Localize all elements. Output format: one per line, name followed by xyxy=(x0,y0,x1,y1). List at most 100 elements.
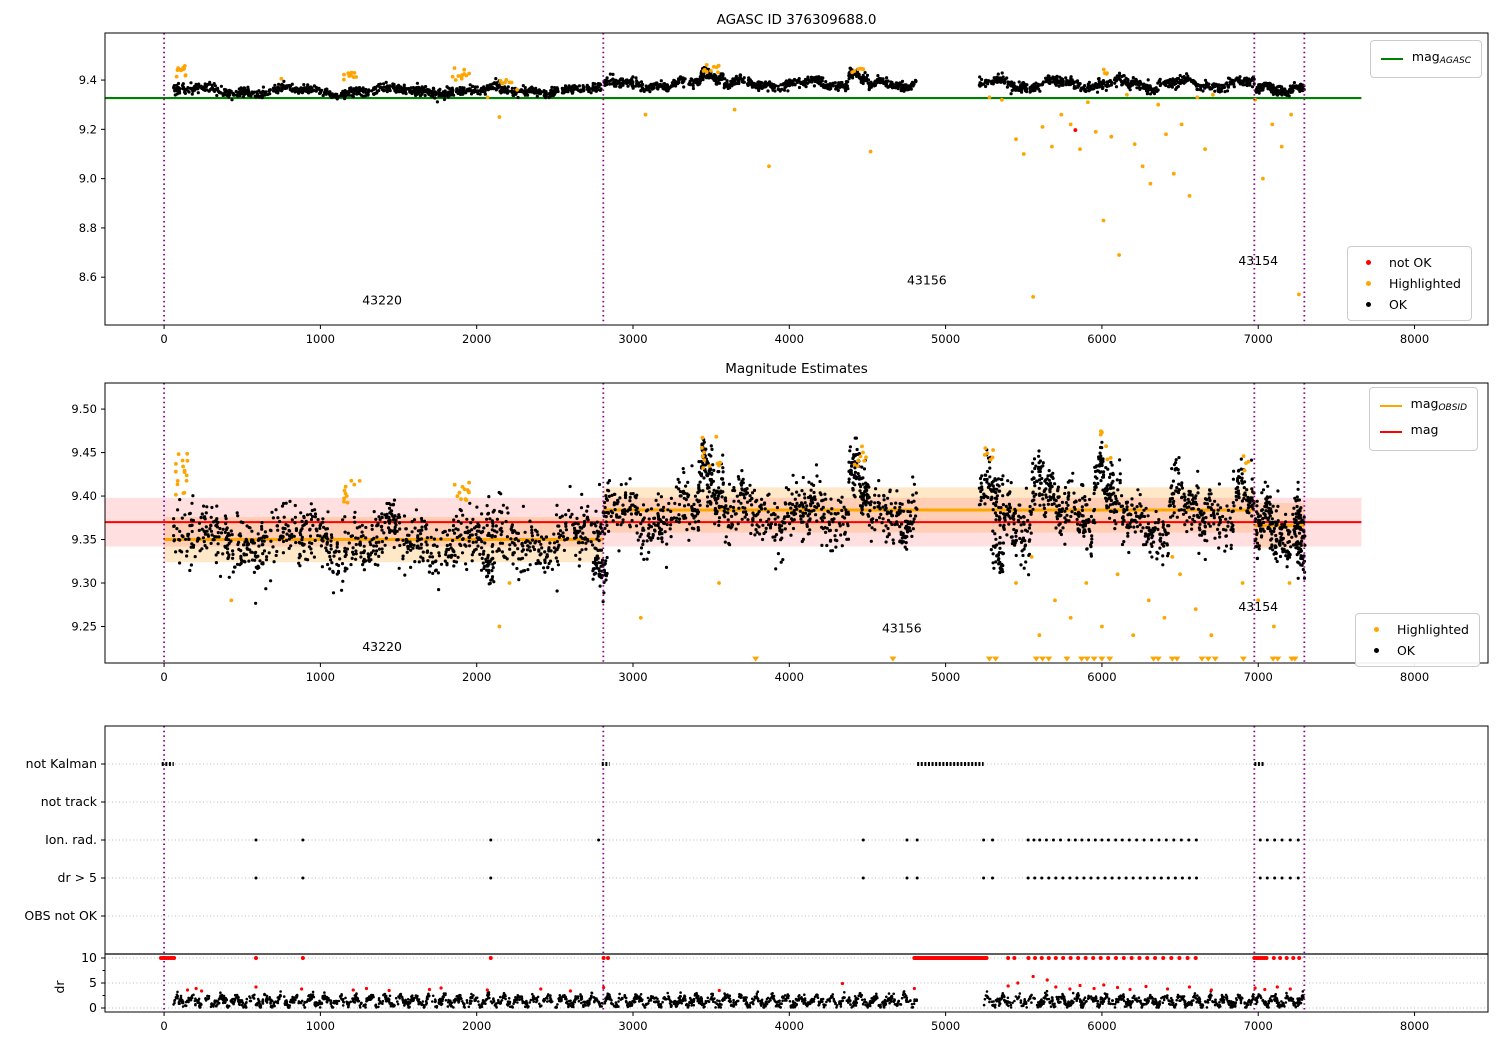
x-axis-ticks: 0 1000 2000 3000 4000 5000 6000 7000 8000 xyxy=(160,1012,1429,1033)
mag-line-swatch xyxy=(1379,431,1402,433)
x-tick-label: 3000 xyxy=(618,670,647,684)
y-tick-label: 9.25 xyxy=(71,619,97,633)
legend-item-mag-obsid: magOBSID xyxy=(1379,393,1467,419)
obsid-annotation: 43220 xyxy=(362,639,402,654)
x-axis-ticks: 0 1000 2000 3000 4000 5000 6000 7000 8000 xyxy=(160,325,1429,346)
dr-trace-layer xyxy=(172,989,1305,1009)
obsid-annotation: 43154 xyxy=(1238,599,1278,614)
legend-top-markers: not OK Highlighted OK xyxy=(1346,246,1472,321)
axes-frame xyxy=(104,725,1489,1013)
mag-obsid-line-swatch xyxy=(1379,405,1402,407)
y-tick-label: 9.50 xyxy=(71,402,97,416)
flag-gridlines xyxy=(105,763,1488,1009)
category-label: not track xyxy=(41,794,98,809)
y-tick-label: 9.4 xyxy=(79,73,97,87)
legend-label-not-ok: not OK xyxy=(1388,255,1432,270)
x-tick-label: 4000 xyxy=(775,670,804,684)
x-axis-ticks: 0 1000 2000 3000 4000 5000 6000 7000 8000 xyxy=(160,663,1429,684)
top-plot: 43220 43156 43154 0 1000 2000 3000 4000 5000 6000… xyxy=(79,32,1489,346)
dr-tick-label: 0 xyxy=(89,1000,97,1015)
legend-label-mag-obsid: magOBSID xyxy=(1410,396,1467,413)
middle-plot-title: Magnitude Estimates xyxy=(725,361,868,377)
x-tick-label: 7000 xyxy=(1244,1019,1273,1033)
x-tick-label: 3000 xyxy=(618,332,647,346)
x-tick-label: 8000 xyxy=(1400,670,1429,684)
plots-canvas: 4322043156431540 1000 2000 3000 4000 5000 6000… xyxy=(24,32,1489,1033)
x-tick-label: 1000 xyxy=(306,332,335,346)
x-tick-label: 4000 xyxy=(775,1019,804,1033)
legend-item-highlighted: Highlighted xyxy=(1358,273,1461,294)
mag-agasc-line-swatch xyxy=(1380,58,1403,60)
legend-mid-lines: magOBSID mag xyxy=(1368,387,1478,451)
x-tick-label: 3000 xyxy=(618,1019,647,1033)
x-tick-label: 7000 xyxy=(1244,670,1273,684)
axes-frame xyxy=(104,32,1489,326)
figure: 43220 43156 43154 0 1000 2000 3000 4000 5000 6000… xyxy=(0,0,1500,1050)
category-label: OBS not OK xyxy=(24,908,97,923)
x-tick-label: 6000 xyxy=(1087,332,1116,346)
clipped-low-triangles xyxy=(752,656,1299,662)
legend-item-not-ok: not OK xyxy=(1358,252,1461,273)
legend-label-ok-2: OK xyxy=(1396,643,1415,658)
x-tick-label: 0 xyxy=(160,1019,167,1033)
dr-tick-label: 10 xyxy=(81,950,97,965)
x-tick-label: 8000 xyxy=(1400,1019,1429,1033)
ok-dot-swatch-2 xyxy=(1373,648,1379,653)
x-tick-label: 0 xyxy=(160,670,167,684)
legend-mid-markers: Highlighted OK xyxy=(1354,613,1480,667)
x-tick-label: 8000 xyxy=(1400,332,1429,346)
x-tick-label: 5000 xyxy=(931,670,960,684)
x-tick-label: 2000 xyxy=(462,1019,491,1033)
dr-axis-label: dr xyxy=(52,980,67,994)
x-tick-label: 6000 xyxy=(1087,670,1116,684)
legend-label-highlighted-2: Highlighted xyxy=(1396,622,1469,637)
y-axis-ticks: 9.25 9.30 9.35 9.40 9.45 9.50 xyxy=(71,402,105,633)
y-tick-label: 9.45 xyxy=(71,446,97,460)
legend-item-mag: mag xyxy=(1379,419,1467,445)
category-label: not Kalman xyxy=(26,756,97,771)
legend-label-mag-agasc: magAGASC xyxy=(1411,49,1471,66)
obsid-annotation: 43220 xyxy=(362,292,402,307)
top-plot-title: AGASC ID 376309688.0 xyxy=(716,12,877,28)
y-tick-label: 9.2 xyxy=(79,122,97,136)
highlighted-dot-swatch-2 xyxy=(1373,627,1379,632)
x-tick-label: 7000 xyxy=(1244,332,1273,346)
y-axis-ticks: 8.6 8.8 9.0 9.2 9.4 xyxy=(79,73,105,284)
obsid-annotation: 43156 xyxy=(907,273,947,288)
dr-clipped-red-layer xyxy=(158,956,1302,960)
category-label: dr > 5 xyxy=(58,870,97,885)
obsid-annotation: 43156 xyxy=(882,621,922,636)
category-label: Ion. rad. xyxy=(45,832,97,847)
flag-category-labels: not Kalman not track Ion. rad. dr > 5 OBS no… xyxy=(24,756,105,1015)
highlighted-dot-swatch xyxy=(1365,281,1371,286)
ok-dot-swatch xyxy=(1365,302,1371,307)
obsid-annotation: 43154 xyxy=(1238,253,1278,268)
x-tick-label: 4000 xyxy=(775,332,804,346)
y-tick-label: 9.0 xyxy=(79,172,97,186)
x-tick-label: 5000 xyxy=(931,332,960,346)
not-ok-point xyxy=(1073,128,1078,132)
legend-label-ok: OK xyxy=(1388,297,1407,312)
x-tick-label: 0 xyxy=(160,332,167,346)
legend-item-ok: OK xyxy=(1358,294,1461,315)
y-tick-label: 9.35 xyxy=(71,533,97,547)
x-tick-label: 1000 xyxy=(306,670,335,684)
not-ok-dot-swatch xyxy=(1365,260,1371,265)
legend-item-mag-agasc: magAGASC xyxy=(1380,46,1471,72)
flags-plot: not Kalman not track Ion. rad. dr > 5 OBS no… xyxy=(24,725,1489,1033)
x-tick-label: 6000 xyxy=(1087,1019,1116,1033)
legend-label-mag: mag xyxy=(1410,422,1439,437)
y-tick-label: 9.40 xyxy=(71,489,97,503)
obsid-boundary-vlines xyxy=(163,726,1306,1012)
x-tick-label: 5000 xyxy=(931,1019,960,1033)
x-tick-label: 2000 xyxy=(462,670,491,684)
y-tick-label: 8.6 xyxy=(79,270,97,284)
legend-item-highlighted-2: Highlighted xyxy=(1366,619,1469,640)
dr-tick-label: 5 xyxy=(89,975,97,990)
legend-item-ok-2: OK xyxy=(1366,640,1469,661)
legend-mag-agasc: magAGASC xyxy=(1369,40,1482,78)
x-tick-label: 2000 xyxy=(462,332,491,346)
middle-plot: 43220 43156 43154 0 1000 2000 3000 4000 5000 6000… xyxy=(71,382,1489,684)
y-tick-label: 8.8 xyxy=(79,221,97,235)
dr-red-spikes-layer xyxy=(185,974,1292,993)
